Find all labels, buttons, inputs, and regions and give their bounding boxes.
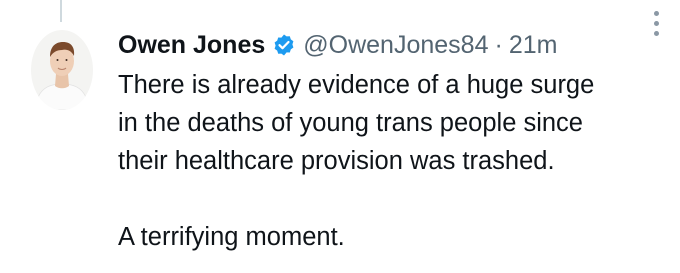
more-dot xyxy=(653,30,659,36)
tweet-text-line-last: A terrifying moment. xyxy=(118,223,345,251)
header-separator: · xyxy=(494,30,503,59)
tweet-header: Owen Jones @OwenJones84 · 21m xyxy=(118,26,658,64)
tweet-text-line: their healthcare provision was trashed. xyxy=(118,147,555,175)
more-options-icon[interactable] xyxy=(646,8,666,38)
thread-connector-line xyxy=(60,0,62,22)
tweet-content: Owen Jones @OwenJones84 · 21m There is a… xyxy=(118,26,658,256)
verified-badge-icon xyxy=(271,32,297,58)
avatar[interactable] xyxy=(31,30,93,110)
tweet-text: There is already evidence of a huge surg… xyxy=(118,66,658,256)
tweet-text-line: in the deaths of young trans people sinc… xyxy=(118,109,583,137)
tweet-timestamp[interactable]: 21m xyxy=(509,31,558,60)
more-dot xyxy=(653,20,659,26)
tweet-text-line: There is already evidence of a huge surg… xyxy=(118,71,595,99)
author-display-name[interactable]: Owen Jones xyxy=(118,31,265,60)
author-handle[interactable]: @OwenJones84 xyxy=(303,31,488,60)
more-dot xyxy=(653,10,659,16)
